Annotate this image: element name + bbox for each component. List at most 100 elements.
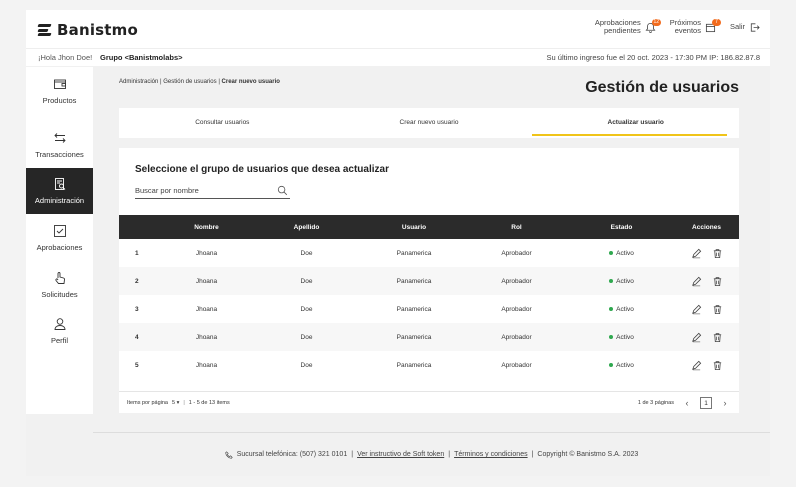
- cell-rol: Aprobador: [501, 361, 532, 369]
- column-header-acciones: Acciones: [692, 223, 721, 231]
- table-row[interactable]: 2 Jhoana Doe Panamerica Aprobador Activo: [119, 267, 739, 295]
- top-bar: Banistmo Aprobaciones pendientes 12 Próx…: [26, 10, 770, 48]
- trash-icon[interactable]: [712, 304, 723, 315]
- upcoming-events-link[interactable]: Próximos eventos 7: [670, 18, 721, 35]
- row-number: 4: [135, 333, 139, 341]
- user-icon: [54, 318, 65, 330]
- table-row[interactable]: 3 Jhoana Doe Panamerica Aprobador Activo: [119, 295, 739, 323]
- footer-separator: |: [531, 451, 534, 458]
- column-header-rol[interactable]: Rol: [464, 215, 569, 239]
- search-input[interactable]: Buscar por nombre: [135, 182, 290, 199]
- edit-pencil-icon[interactable]: [691, 332, 702, 343]
- page-title: Gestión de usuarios: [585, 79, 739, 96]
- logout-button[interactable]: Salir: [730, 22, 760, 33]
- table-row[interactable]: 5 Jhoana Doe Panamerica Aprobador Activo: [119, 351, 739, 379]
- hand-pointer-icon: [54, 272, 65, 284]
- trash-icon[interactable]: [712, 360, 723, 371]
- main-content: Administración | Gestión de usuarios | C…: [93, 67, 770, 414]
- breadcrumb-separator: |: [160, 79, 162, 85]
- edit-pencil-icon[interactable]: [691, 248, 702, 259]
- cell-nombre: Jhoana: [195, 277, 218, 285]
- admin-document-search-icon: [54, 178, 65, 190]
- sidebar-item-aprobaciones[interactable]: Aprobaciones: [26, 215, 93, 261]
- column-header-apellido[interactable]: Apellido: [259, 215, 354, 239]
- cell-usuario: Panamerica: [396, 249, 432, 257]
- sidebar-item-solicitudes[interactable]: Solicitudes: [26, 262, 93, 308]
- column-header-nombre[interactable]: Nombre: [159, 215, 254, 239]
- items-per-page-label: Items por página: [127, 400, 168, 406]
- sidebar-item-label: Solicitudes: [41, 290, 78, 299]
- brand-logo[interactable]: Banistmo: [37, 21, 138, 39]
- status-dot-icon: [609, 279, 614, 283]
- footer-separator: |: [351, 451, 354, 458]
- pager-separator: |: [183, 400, 185, 406]
- breadcrumb-separator: |: [218, 79, 220, 85]
- checkbox-icon: [53, 225, 66, 237]
- soft-token-link[interactable]: Ver instructivo de Soft token: [357, 451, 444, 458]
- footer-separator: |: [448, 451, 451, 458]
- items-per-page-select[interactable]: 5 ▾: [172, 392, 179, 414]
- breadcrumb-item-administracion[interactable]: Administración: [119, 79, 158, 85]
- breadcrumb-item-gestion[interactable]: Gestión de usuarios: [163, 79, 216, 85]
- items-range: 1 - 5 de 13 items: [188, 400, 230, 406]
- cell-estado: Activo: [574, 239, 669, 267]
- chevron-right-icon[interactable]: ›: [719, 397, 731, 409]
- tab-actualizar-usuario[interactable]: Actualizar usuario: [532, 108, 739, 138]
- sidebar-item-administracion[interactable]: Administración: [26, 168, 93, 214]
- sidebar: Productos Transacciones Administración A…: [26, 67, 93, 414]
- cell-usuario: Panamerica: [396, 277, 432, 285]
- logo-mark-icon: [37, 23, 52, 37]
- status-dot-icon: [609, 335, 614, 339]
- status-badge: Activo: [616, 305, 634, 313]
- chevron-left-icon[interactable]: ‹: [681, 397, 693, 409]
- search-placeholder: Buscar por nombre: [135, 186, 199, 195]
- sidebar-item-perfil[interactable]: Perfil: [26, 308, 93, 354]
- row-number: 2: [135, 277, 139, 285]
- wallet-icon: [53, 79, 66, 89]
- breadcrumb: Administración | Gestión de usuarios | C…: [119, 79, 280, 85]
- status-badge: Activo: [616, 277, 634, 285]
- cell-apellido: Doe: [300, 333, 313, 341]
- row-number: 5: [135, 361, 139, 369]
- cell-acciones: [679, 295, 734, 323]
- status-badge: Activo: [616, 333, 634, 341]
- edit-pencil-icon[interactable]: [691, 304, 702, 315]
- tab-consultar-usuarios[interactable]: Consultar usuarios: [119, 108, 326, 138]
- column-header-estado[interactable]: Estado: [574, 215, 669, 239]
- sidebar-item-label: Administración: [34, 196, 85, 205]
- cell-estado: Activo: [574, 323, 669, 351]
- trash-icon[interactable]: [712, 248, 723, 259]
- cell-nombre: Jhoana: [195, 333, 218, 341]
- cell-rol: Aprobador: [501, 333, 532, 341]
- edit-pencil-icon[interactable]: [691, 360, 702, 371]
- cell-estado: Activo: [574, 351, 669, 379]
- tab-crear-nuevo-usuario[interactable]: Crear nuevo usuario: [326, 108, 533, 138]
- cell-usuario: Panamerica: [396, 333, 432, 341]
- cell-apellido: Doe: [300, 361, 313, 369]
- cell-nombre: Jhoana: [195, 305, 218, 313]
- cell-rol: Aprobador: [501, 277, 532, 285]
- pending-approvals-link[interactable]: Aprobaciones pendientes 12: [595, 18, 661, 35]
- cell-apellido: Doe: [300, 277, 313, 285]
- top-nav: Aprobaciones pendientes 12 Próximos even…: [595, 18, 760, 35]
- cell-rol: Aprobador: [501, 249, 532, 257]
- terms-link[interactable]: Términos y condiciones: [454, 451, 528, 458]
- footer-copyright: Copyright © Banistmo S.A. 2023: [537, 451, 639, 458]
- search-icon[interactable]: [277, 185, 288, 196]
- transfer-arrows-icon: [53, 133, 66, 143]
- table-row[interactable]: 4 Jhoana Doe Panamerica Aprobador Activo: [119, 323, 739, 351]
- current-page-box[interactable]: 1: [700, 397, 712, 409]
- sidebar-item-transacciones[interactable]: Transacciones: [26, 122, 93, 168]
- trash-icon[interactable]: [712, 276, 723, 287]
- sidebar-item-productos[interactable]: Productos: [26, 68, 93, 114]
- cell-usuario: Panamerica: [396, 305, 432, 313]
- edit-pencil-icon[interactable]: [691, 276, 702, 287]
- cell-nombre: Jhoana: [195, 249, 218, 257]
- column-header-usuario[interactable]: Usuario: [364, 215, 464, 239]
- table-row[interactable]: 1 Jhoana Doe Panamerica Aprobador Activo: [119, 239, 739, 267]
- table-header: Nombre Apellido Usuario Rol Estado Accio…: [119, 215, 739, 239]
- last-login-text: Su último ingreso fue el 20 oct. 2023 - …: [546, 53, 760, 62]
- status-badge: Activo: [616, 361, 634, 369]
- cell-acciones: [679, 351, 734, 379]
- trash-icon[interactable]: [712, 332, 723, 343]
